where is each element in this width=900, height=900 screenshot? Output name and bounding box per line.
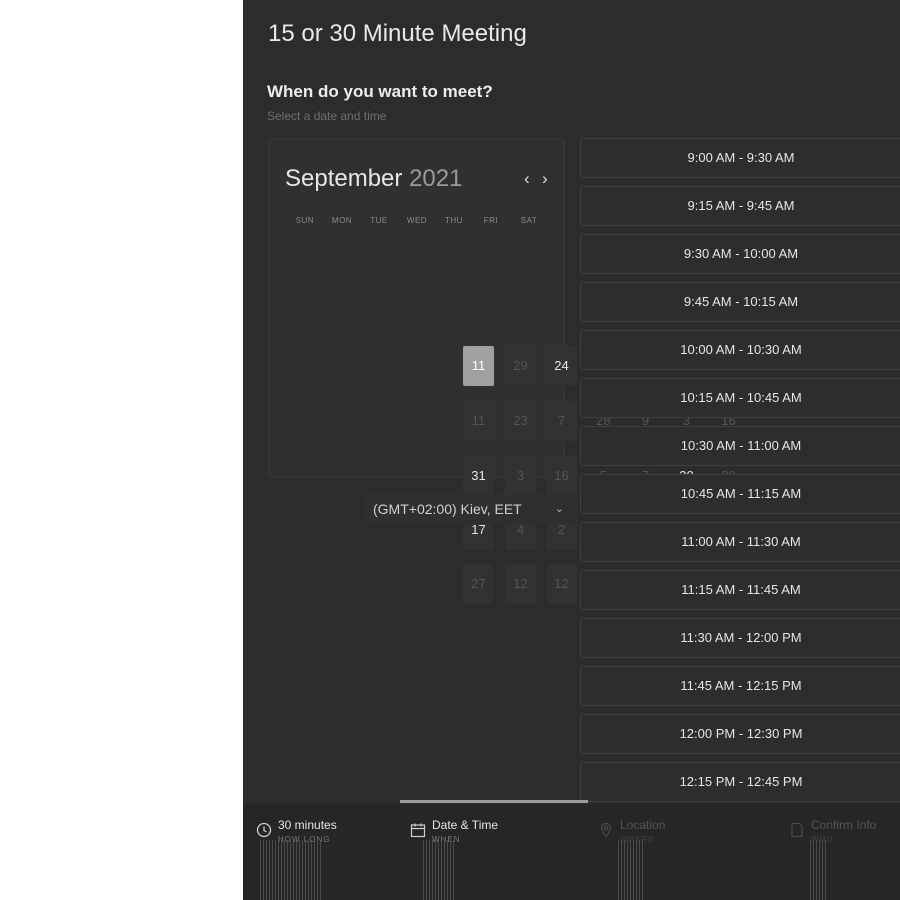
weekday-sat: SAT [520, 216, 538, 225]
scheduler-panel: 15 or 30 Minute Meeting When do you want… [243, 0, 900, 900]
time-slot-label: 11:00 AM - 11:30 AM [681, 534, 801, 549]
calendar-day[interactable]: 24 [546, 346, 577, 386]
time-slot-label: 10:15 AM - 10:45 AM [680, 390, 802, 405]
time-slot[interactable]: 10:15 AM - 10:45 AM [580, 378, 900, 418]
time-slot-label: 10:00 AM - 10:30 AM [680, 342, 802, 357]
step-progress-indicator [400, 800, 588, 803]
section-subtitle: Select a date and time [267, 109, 387, 123]
step-label: Location [620, 818, 666, 832]
section-heading: When do you want to meet? [267, 82, 493, 101]
calendar-icon [410, 823, 426, 838]
step-label: 30 minutes [278, 818, 337, 832]
calendar-day[interactable]: 11 [463, 401, 494, 441]
clock-icon [256, 822, 272, 838]
time-slot[interactable]: 12:15 PM - 12:45 PM [580, 762, 900, 802]
time-slot-label: 10:45 AM - 11:15 AM [680, 486, 802, 501]
time-slot[interactable]: 11:45 AM - 12:15 PM [580, 666, 900, 706]
time-slot[interactable]: 11:00 AM - 11:30 AM [580, 522, 900, 562]
render-artifact [423, 840, 455, 900]
calendar-day[interactable]: 7 [546, 401, 577, 441]
time-slot[interactable]: 9:30 AM - 10:00 AM [580, 234, 900, 274]
time-slot[interactable]: 11:15 AM - 11:45 AM [580, 570, 900, 610]
chevron-down-icon: ⌄ [554, 503, 564, 515]
year-label: 2021 [409, 165, 463, 192]
step-label: Date & Time [432, 818, 499, 832]
chevron-right-icon[interactable]: › [542, 169, 548, 189]
time-slot[interactable]: 10:30 AM - 11:00 AM [580, 426, 900, 466]
month-label: September 2021 [285, 165, 462, 193]
calendar-day-selected[interactable]: 11 [463, 346, 494, 386]
time-slot[interactable]: 11:30 AM - 12:00 PM [580, 618, 900, 658]
timezone-select[interactable]: (GMT+02:00) Kiev, EET ⌄ [365, 494, 578, 524]
time-slot-label: 12:00 PM - 12:30 PM [679, 726, 803, 741]
weekday-tue: TUE [370, 216, 388, 225]
calendar-day[interactable]: 27 [463, 564, 494, 604]
step-bar: 30 minutes HOW LONG Date & Time WHEN Loc… [243, 800, 900, 900]
step-label: Confirm Info [811, 818, 877, 832]
time-slot-label: 11:45 AM - 12:15 PM [680, 678, 802, 693]
render-artifact [618, 840, 644, 900]
time-slot-label: 11:15 AM - 11:45 AM [681, 582, 801, 597]
time-slot[interactable]: 10:00 AM - 10:30 AM [580, 330, 900, 370]
calendar-day[interactable]: 23 [505, 401, 536, 441]
time-slot[interactable]: 10:45 AM - 11:15 AM [580, 474, 900, 514]
time-slot[interactable]: 12:00 PM - 12:30 PM [580, 714, 900, 754]
timezone-value: (GMT+02:00) Kiev, EET [373, 501, 522, 517]
time-slot-label: 12:15 PM - 12:45 PM [679, 774, 803, 789]
weekday-fri: FRI [483, 216, 499, 225]
chevron-left-icon[interactable]: ‹ [524, 169, 530, 189]
time-slot-label: 11:30 AM - 12:00 PM [680, 630, 802, 645]
calendar-day[interactable]: 12 [505, 564, 536, 604]
weekday-mon: MON [331, 216, 353, 225]
calendar-day[interactable]: 16 [546, 456, 577, 496]
render-artifact [810, 840, 828, 900]
month-name: September [285, 165, 403, 192]
calendar-day[interactable]: 29 [505, 346, 536, 386]
weekday-wed: WED [406, 216, 428, 225]
calendar-day[interactable]: 12 [546, 564, 577, 604]
time-slot[interactable]: 9:00 AM - 9:30 AM [580, 138, 900, 178]
time-slot[interactable]: 9:15 AM - 9:45 AM [580, 186, 900, 226]
render-artifact [260, 840, 322, 900]
time-slot-label: 9:30 AM - 10:00 AM [683, 246, 799, 261]
meeting-title: 15 or 30 Minute Meeting [268, 20, 527, 47]
time-slot-label: 10:30 AM - 11:00 AM [680, 438, 802, 453]
document-icon [791, 822, 803, 838]
weekday-thu: THU [445, 216, 463, 225]
time-slot-label: 9:00 AM - 9:30 AM [687, 150, 795, 165]
location-pin-icon [600, 822, 612, 838]
calendar-day[interactable]: 31 [463, 456, 494, 496]
calendar-day[interactable]: 3 [505, 456, 536, 496]
time-slot-label: 9:45 AM - 10:15 AM [683, 294, 799, 309]
weekday-sun: SUN [295, 216, 315, 225]
time-slot-label: 9:15 AM - 9:45 AM [687, 198, 795, 213]
time-slot[interactable]: 9:45 AM - 10:15 AM [580, 282, 900, 322]
